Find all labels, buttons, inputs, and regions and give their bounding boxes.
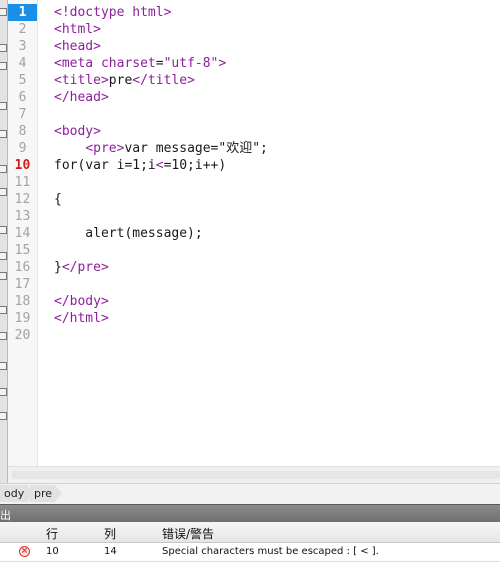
code-token: "utf-8": [163, 56, 219, 71]
toolbar-icon-1[interactable]: [0, 8, 7, 16]
code-token: </head>: [54, 90, 109, 105]
code-line[interactable]: <meta charset="utf-8">: [54, 55, 226, 72]
toolbar-icon-9[interactable]: [0, 252, 7, 260]
code-token: >: [218, 56, 227, 71]
line-number[interactable]: 17: [8, 276, 37, 293]
error-icon: ×: [19, 546, 30, 557]
code-token: </html>: [54, 311, 109, 326]
output-row[interactable]: × 10 14 Special characters must be escap…: [0, 543, 500, 562]
toolbar-icon-7[interactable]: [0, 188, 7, 196]
output-results: 行 列 错误/警告 × 10 14 Special characters mus…: [0, 522, 500, 585]
toolbar-icon-8[interactable]: [0, 226, 7, 234]
line-number[interactable]: 14: [8, 225, 37, 242]
code-token: <meta: [54, 56, 94, 71]
line-number[interactable]: 2: [8, 21, 37, 38]
column-column-header[interactable]: 列: [104, 525, 116, 542]
line-number[interactable]: 4: [8, 55, 37, 72]
code-token: =10;i++): [163, 158, 227, 173]
code-token: alert(message);: [54, 226, 203, 241]
code-token: <body>: [54, 124, 101, 139]
line-number[interactable]: 9: [8, 140, 37, 157]
toolbar-icon-4[interactable]: [0, 102, 7, 110]
toolbar-icon-14[interactable]: [0, 388, 7, 396]
output-column-headers: 行 列 错误/警告: [0, 522, 500, 543]
breadcrumb-item-body[interactable]: ody: [0, 485, 34, 502]
line-number[interactable]: 11: [8, 174, 37, 191]
code-line[interactable]: </html>: [54, 310, 109, 327]
code-token: for(var i=1;i: [54, 158, 156, 173]
code-token: <title>: [54, 73, 109, 88]
line-number[interactable]: 12: [8, 191, 37, 208]
code-line[interactable]: alert(message);: [54, 225, 203, 242]
toolbar-icon-3[interactable]: [0, 62, 7, 70]
code-line[interactable]: <pre>var message="欢迎";: [54, 140, 268, 157]
toolbar-icon-15[interactable]: [0, 412, 7, 420]
column-message-header[interactable]: 错误/警告: [162, 525, 214, 542]
column-line-header[interactable]: 行: [46, 525, 58, 542]
code-line[interactable]: <!doctype html>: [54, 4, 171, 21]
code-line[interactable]: <title>pre</title>: [54, 72, 195, 89]
code-line[interactable]: </body>: [54, 293, 109, 310]
breadcrumb-item-pre[interactable]: pre: [30, 485, 62, 502]
code-token: html: [132, 5, 164, 20]
line-number[interactable]: 16: [8, 259, 37, 276]
horizontal-scrollbar[interactable]: [8, 466, 500, 483]
line-number[interactable]: 1: [8, 4, 37, 21]
row-column: 14: [104, 546, 117, 557]
toolbar-icon-5[interactable]: [0, 130, 7, 138]
code-token: var message="欢迎";: [124, 141, 268, 156]
code-token: <pre>: [85, 141, 125, 156]
row-line: 10: [46, 546, 59, 557]
toolbar-icon-2[interactable]: [0, 44, 7, 52]
tag-breadcrumb: ody pre: [0, 483, 500, 504]
code-token: <html>: [54, 22, 101, 37]
code-token: </title>: [132, 73, 195, 88]
toolbar-icon-13[interactable]: [0, 362, 7, 370]
code-token: </pre>: [61, 260, 109, 275]
code-line[interactable]: <html>: [54, 21, 101, 38]
line-number[interactable]: 13: [8, 208, 37, 225]
output-panel-header: 出: [0, 504, 500, 523]
code-line[interactable]: for(var i=1;i<=10;i++): [54, 157, 226, 174]
toolbar-icon-11[interactable]: [0, 306, 7, 314]
line-number[interactable]: 5: [8, 72, 37, 89]
row-message: Special characters must be escaped : [ <…: [162, 546, 379, 557]
toolbar-icon-6[interactable]: [0, 165, 7, 173]
scrollbar-thumb[interactable]: [12, 471, 500, 479]
code-token: charset: [100, 56, 156, 71]
line-number[interactable]: 10: [8, 157, 37, 174]
code-token: <!doctype: [54, 5, 125, 20]
code-line[interactable]: <head>: [54, 38, 101, 55]
code-token: }: [54, 260, 62, 275]
code-editor[interactable]: <!doctype html> <html> <head> <meta charset…: [38, 0, 500, 466]
toolbar-icon-10[interactable]: [0, 272, 7, 280]
line-number[interactable]: 8: [8, 123, 37, 140]
line-number[interactable]: 3: [8, 38, 37, 55]
line-number[interactable]: 7: [8, 106, 37, 123]
code-line[interactable]: }</pre>: [54, 259, 109, 276]
code-token: <: [155, 158, 164, 173]
left-toolbar: [0, 0, 8, 483]
line-number[interactable]: 15: [8, 242, 37, 259]
line-number[interactable]: 18: [8, 293, 37, 310]
toolbar-icon-12[interactable]: [0, 332, 7, 340]
code-line[interactable]: </head>: [54, 89, 109, 106]
code-token: {: [54, 192, 62, 207]
code-token: </body>: [54, 294, 109, 309]
code-token: pre: [108, 73, 133, 88]
output-panel-title: 出: [0, 509, 11, 522]
line-number[interactable]: 20: [8, 327, 37, 344]
line-number-gutter: 1 2 3 4 5 6 7 8 9 10 11 12 13 14 15 16 17 18 19 20: [8, 0, 38, 466]
code-line[interactable]: {: [54, 191, 62, 208]
code-token: =: [155, 56, 164, 71]
code-token: <head>: [54, 39, 101, 54]
code-line[interactable]: <body>: [54, 123, 101, 140]
line-number[interactable]: 19: [8, 310, 37, 327]
line-number[interactable]: 6: [8, 89, 37, 106]
code-token: >: [163, 5, 172, 20]
